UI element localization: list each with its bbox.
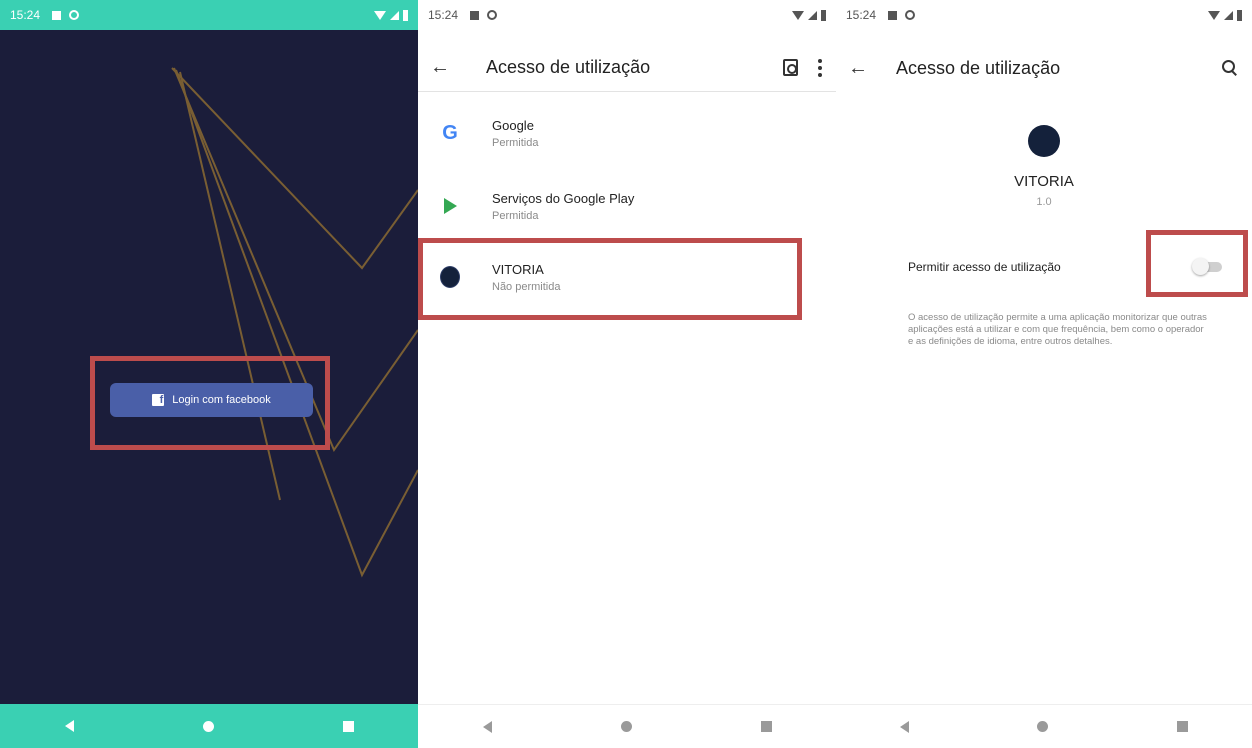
signal-icon	[808, 10, 817, 20]
usage-access-toggle[interactable]	[1192, 258, 1224, 275]
login-with-facebook-button[interactable]: f Login com facebook	[110, 383, 313, 417]
app-list-item-vitoria[interactable]: VITORIA Não permitida	[418, 247, 836, 307]
back-arrow-icon[interactable]: ←	[418, 56, 462, 79]
back-arrow-icon[interactable]: ←	[836, 57, 880, 80]
login-screen: 15:24 f Login com facebook	[0, 0, 418, 748]
more-options-icon[interactable]	[818, 58, 822, 77]
page-title: Acesso de utilização	[486, 57, 651, 77]
battery-icon	[821, 9, 826, 21]
permission-row[interactable]: Permitir acesso de utilização	[908, 252, 1238, 282]
status-bar: 15:24	[0, 0, 418, 30]
app-list-item-google[interactable]: G Google Permitida	[418, 103, 836, 163]
status-bar: 15:24	[836, 0, 1252, 30]
nav-recents-icon[interactable]	[1176, 721, 1188, 732]
status-time: 15:24	[10, 8, 41, 22]
toggle-thumb	[1192, 258, 1209, 275]
app-bar: ← Acesso de utilização	[836, 44, 1252, 92]
nav-recents-icon[interactable]	[760, 721, 772, 732]
nav-back-icon[interactable]	[482, 720, 492, 733]
notification-icon	[470, 10, 480, 20]
google-icon: G	[442, 121, 458, 144]
login-button-label: Login com facebook	[172, 394, 271, 406]
app-list-item-google-play-services[interactable]: Serviços do Google Play Permitida	[418, 176, 836, 236]
battery-icon	[1237, 9, 1242, 21]
usage-access-detail-screen: 15:24 ← Acesso de utilização VITORIA 1.0…	[836, 0, 1252, 748]
nav-home-icon[interactable]	[1037, 721, 1049, 732]
app-permission-status: Permitida	[492, 209, 539, 222]
nav-home-icon[interactable]	[202, 720, 214, 732]
signal-icon	[1224, 10, 1233, 20]
search-in-page-icon[interactable]	[783, 59, 798, 76]
status-time: 15:24	[846, 8, 877, 22]
google-play-services-icon	[440, 196, 460, 216]
wifi-icon	[374, 10, 386, 20]
status-bar: 15:24	[418, 0, 836, 30]
app-permission-status: Não permitida	[492, 280, 561, 293]
permission-description: O acesso de utilização permite a uma apl…	[908, 312, 1207, 347]
app-name: VITORIA	[1014, 173, 1074, 190]
notification-icon	[52, 10, 62, 20]
nav-back-icon[interactable]	[900, 720, 910, 733]
nav-recents-icon[interactable]	[342, 720, 354, 732]
app-header: VITORIA 1.0	[836, 125, 1252, 208]
app-name: Google	[492, 117, 534, 133]
notification-icon	[888, 10, 898, 20]
search-icon[interactable]	[1222, 60, 1238, 76]
facebook-logo-icon: f	[152, 394, 165, 406]
vitoria-app-icon	[440, 266, 460, 288]
google-notification-icon	[69, 10, 80, 20]
google-notification-icon	[487, 10, 498, 20]
navigation-bar	[418, 704, 836, 748]
wifi-icon	[1208, 10, 1220, 20]
app-version: 1.0	[1036, 196, 1052, 208]
decorative-background-lines	[171, 67, 418, 578]
permission-label: Permitir acesso de utilização	[908, 260, 1061, 274]
signal-icon	[390, 10, 399, 20]
wifi-icon	[792, 10, 804, 20]
usage-access-list-screen: 15:24 ← Acesso de utilização G Google Pe…	[418, 0, 836, 748]
app-bar: ← Acesso de utilização	[418, 44, 836, 92]
app-name: Serviços do Google Play	[492, 190, 635, 206]
nav-back-icon[interactable]	[64, 720, 74, 732]
vitoria-app-icon	[1028, 125, 1060, 157]
nav-home-icon[interactable]	[620, 721, 632, 732]
navigation-bar	[836, 704, 1252, 748]
status-time: 15:24	[428, 8, 459, 22]
app-name: VITORIA	[492, 261, 544, 277]
google-notification-icon	[905, 10, 916, 20]
navigation-bar	[0, 704, 418, 748]
battery-icon	[403, 9, 408, 21]
page-title: Acesso de utilização	[896, 57, 1061, 78]
app-permission-status: Permitida	[492, 136, 539, 149]
